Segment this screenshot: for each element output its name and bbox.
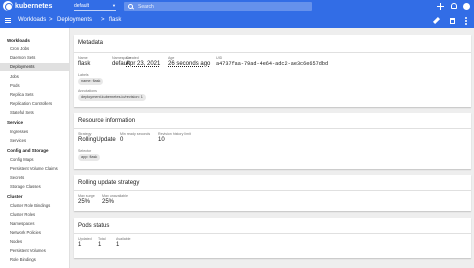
- edit-icon[interactable]: [432, 16, 441, 25]
- sidebar-group-config-storage[interactable]: Config and Storage: [7, 148, 49, 154]
- field-value-updated: 1: [78, 242, 82, 248]
- sidebar-item-pods[interactable]: Pods: [0, 82, 69, 90]
- field-label-created: Created: [126, 56, 139, 60]
- sidebar-item-persistent-volume-claims[interactable]: Persistent Volume Claims: [0, 165, 69, 173]
- card-divider: [74, 233, 471, 234]
- rolling-update-title: Rolling update strategy: [78, 180, 140, 186]
- sidebar-group-workloads[interactable]: Workloads: [7, 38, 30, 44]
- metadata-title: Metadata: [78, 40, 104, 46]
- sidebar-item-daemon-sets[interactable]: Daemon Sets: [0, 54, 69, 62]
- labels-label: Labels: [78, 73, 89, 77]
- pods-status-title: Pods status: [78, 223, 110, 229]
- sidebar-item-nodes[interactable]: Nodes: [0, 238, 69, 246]
- sidebar-group-cluster[interactable]: Cluster: [7, 194, 23, 200]
- sidebar-item-deployments[interactable]: Deployments: [0, 63, 69, 71]
- annotations-label: Annotations: [78, 89, 97, 93]
- card-divider: [74, 190, 471, 191]
- field-label-updated: Updated: [78, 237, 92, 241]
- bell-icon[interactable]: [451, 3, 457, 9]
- field-label-name: Name: [78, 56, 88, 60]
- sidebar-item-role-bindings[interactable]: Role Bindings: [0, 256, 69, 264]
- sidebar-item-replication-controllers[interactable]: Replication Controllers: [0, 100, 69, 108]
- breadcrumb-deployments[interactable]: Deployments: [57, 17, 92, 24]
- more-vert-icon[interactable]: [465, 17, 467, 25]
- breadcrumb-bar: Workloads > Deployments > flask: [0, 13, 474, 28]
- field-label-age: Age: [168, 56, 175, 60]
- field-value-revision-history-limit: 10: [158, 137, 165, 143]
- plus-icon[interactable]: [437, 3, 444, 10]
- label-chip[interactable]: name: flask: [78, 78, 104, 85]
- breadcrumb-workloads[interactable]: Workloads: [18, 17, 46, 24]
- pods-status-card: Pods status Updated 1 Total 1 Available …: [74, 218, 471, 258]
- namespace-select[interactable]: default ▼: [74, 2, 116, 11]
- menu-icon[interactable]: [5, 18, 11, 23]
- sidebar-item-secrets[interactable]: Secrets: [0, 174, 69, 182]
- rolling-update-strategy-card: Rolling update strategy Max surge 25% Ma…: [74, 175, 471, 211]
- sidebar-item-replica-sets[interactable]: Replica Sets: [0, 91, 69, 99]
- sidebar-item-storage-classes[interactable]: Storage Classes: [0, 183, 69, 191]
- sidebar-item-jobs[interactable]: Jobs: [0, 73, 69, 81]
- namespace-value: default: [74, 3, 90, 9]
- field-value-min-ready-seconds: 0: [120, 137, 124, 143]
- account-icon[interactable]: [463, 3, 470, 10]
- sidebar-item-cron-jobs[interactable]: Cron Jobs: [0, 45, 69, 53]
- sidebar-nav: Workloads Cron Jobs Daemon Sets Deployme…: [0, 28, 70, 268]
- field-value-strategy: RollingUpdate: [78, 137, 116, 143]
- search-input[interactable]: [138, 3, 298, 10]
- sidebar-item-persistent-volumes[interactable]: Persistent Volumes: [0, 247, 69, 255]
- brand-name[interactable]: kubernetes: [15, 2, 52, 11]
- sidebar-item-namespaces[interactable]: Namespaces: [0, 220, 69, 228]
- resource-information-title: Resource information: [78, 118, 136, 124]
- field-value-max-surge: 25%: [78, 199, 91, 205]
- chevron-down-icon: ▼: [112, 3, 116, 8]
- resource-information-card: Resource information Strategy RollingUpd…: [74, 113, 471, 169]
- metadata-card: Metadata Name flask Namespace default Cr…: [74, 35, 471, 107]
- sidebar-item-cluster-role-bindings[interactable]: Cluster Role Bindings: [0, 202, 69, 210]
- trash-icon[interactable]: [450, 18, 455, 24]
- selector-label: Selector: [78, 149, 92, 153]
- sidebar-item-config-maps[interactable]: Config Maps: [0, 156, 69, 164]
- field-value-age: 26 seconds ago: [168, 61, 211, 67]
- field-value-uid: a4737faa-79ad-4e64-adc2-ae3c6e657dbd: [216, 61, 329, 67]
- field-label-revision-history-limit: Revision history limit: [158, 132, 191, 136]
- sidebar-item-ingresses[interactable]: Ingresses: [0, 128, 69, 136]
- field-label-uid: UID: [216, 56, 223, 60]
- breadcrumb-current: flask: [109, 17, 122, 23]
- field-value-created: Apr 23, 2021: [126, 61, 161, 67]
- field-label-total: Total: [98, 237, 106, 241]
- field-label-max-unavailable: Max unavailable: [102, 194, 128, 198]
- top-app-bar: kubernetes default ▼: [0, 0, 474, 13]
- sidebar-group-service[interactable]: Service: [7, 120, 23, 126]
- field-value-max-unavailable: 25%: [102, 199, 115, 205]
- field-label-min-ready-seconds: Min ready seconds: [120, 132, 151, 136]
- card-divider: [74, 52, 471, 53]
- card-divider: [74, 128, 471, 129]
- field-value-total: 1: [98, 242, 102, 248]
- sidebar-item-network-policies[interactable]: Network Policies: [0, 229, 69, 237]
- kubernetes-logo-icon[interactable]: [3, 1, 13, 11]
- annotation-chip[interactable]: deployment.kubernetes.io/revision: 1: [78, 94, 146, 101]
- field-label-max-surge: Max surge: [78, 194, 95, 198]
- field-value-available: 1: [116, 242, 120, 248]
- field-value-name: flask: [78, 61, 91, 67]
- sidebar-item-services[interactable]: Services: [0, 137, 69, 145]
- breadcrumb-separator: >: [101, 17, 105, 23]
- selector-chip[interactable]: app: flask: [78, 154, 101, 161]
- search-icon: [128, 4, 133, 9]
- field-label-available: Available: [116, 237, 131, 241]
- field-label-strategy: Strategy: [78, 132, 92, 136]
- sidebar-item-cluster-roles[interactable]: Cluster Roles: [0, 211, 69, 219]
- sidebar-item-stateful-sets[interactable]: Stateful Sets: [0, 109, 69, 117]
- breadcrumb-separator: >: [49, 17, 53, 23]
- search-box[interactable]: [124, 2, 312, 11]
